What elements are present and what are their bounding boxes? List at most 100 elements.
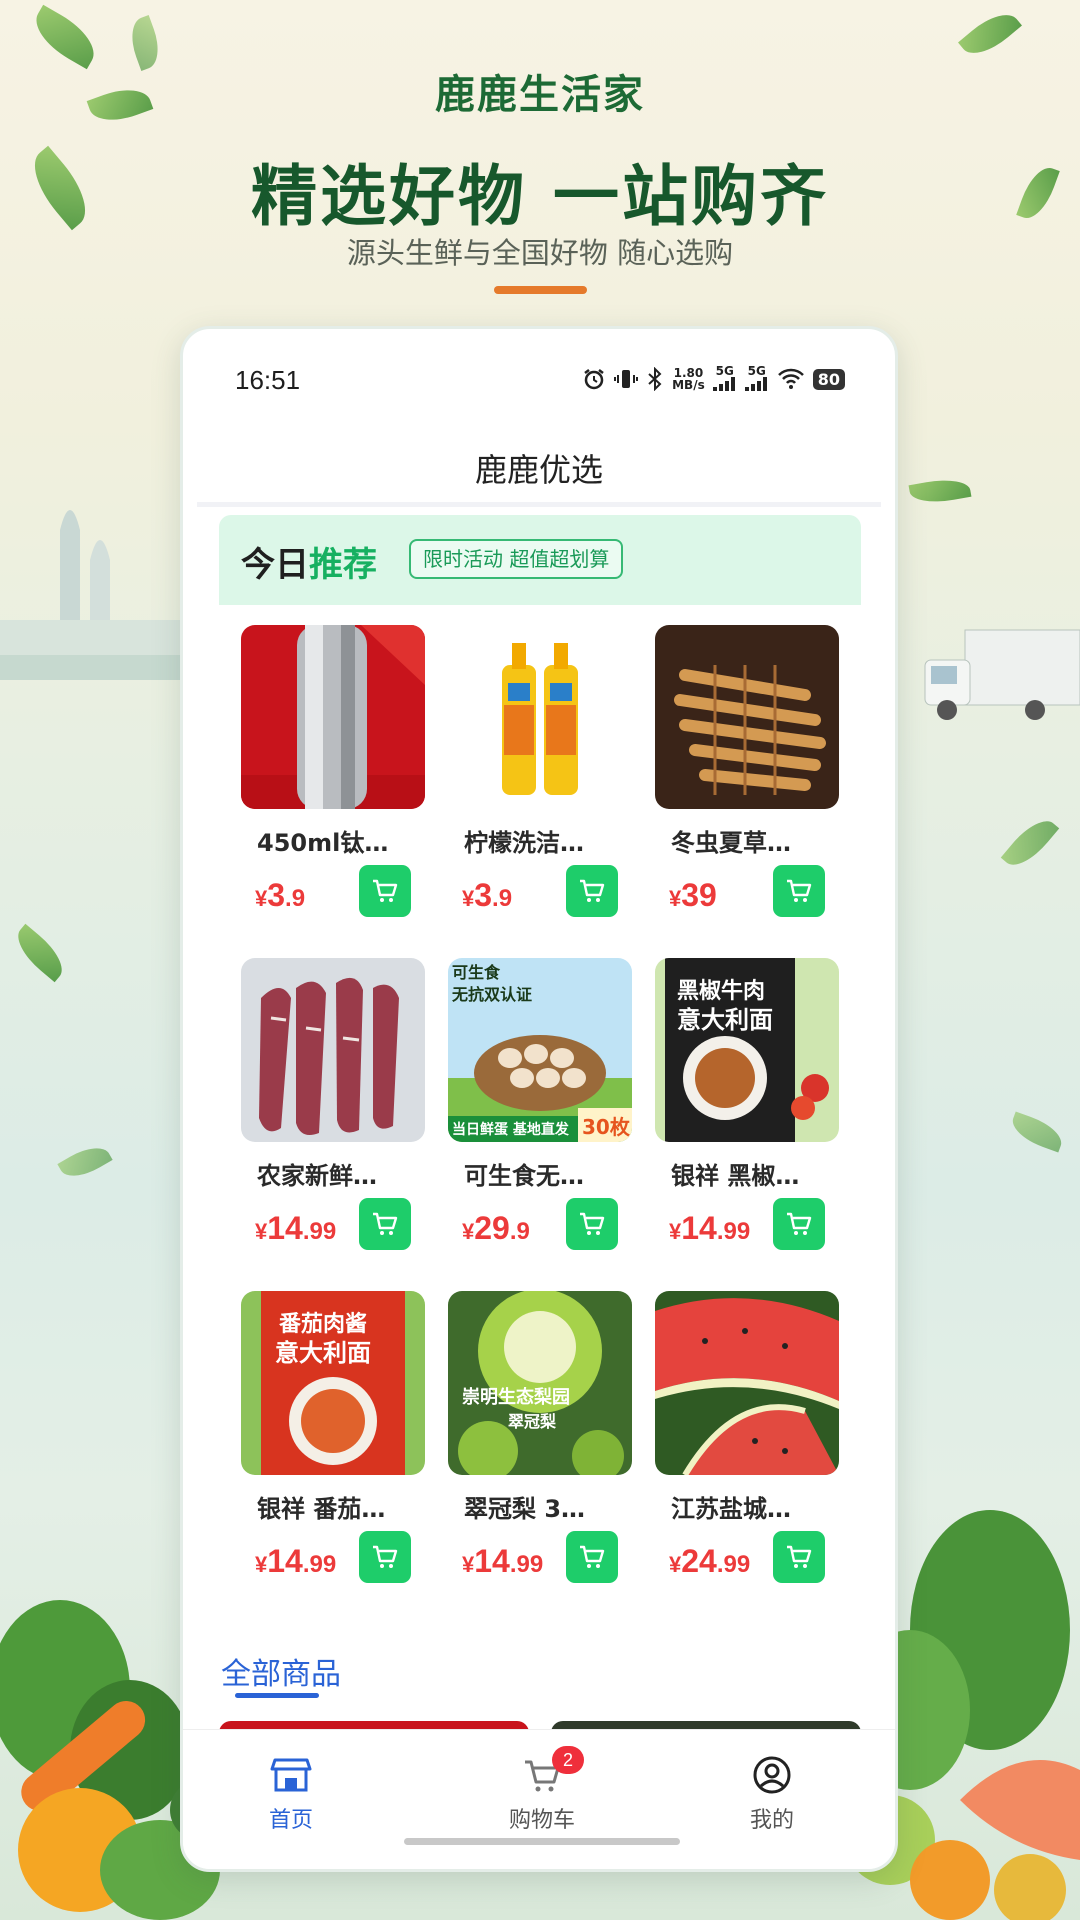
product-card[interactable]: 番茄肉酱 意大利面 银祥 番茄… ¥14.99 — [241, 1291, 425, 1611]
add-to-cart-button[interactable] — [773, 865, 825, 917]
cart-icon — [373, 1545, 398, 1568]
wifi-icon — [777, 368, 804, 389]
add-to-cart-button[interactable] — [773, 1198, 825, 1250]
product-name[interactable]: 柠檬洗洁… — [464, 823, 624, 858]
alarm-icon — [584, 369, 604, 390]
product-card[interactable]: 450ml钛… ¥3.9 — [241, 625, 425, 945]
cart-icon — [580, 1212, 605, 1235]
tp-title-line2: 意大利面 — [275, 1339, 371, 1367]
nav-divider — [197, 502, 881, 507]
product-name[interactable]: 银祥 黑椒… — [671, 1156, 831, 1191]
bluetooth-icon — [648, 367, 662, 391]
cart-icon — [787, 1545, 812, 1568]
product-name[interactable]: 江苏盐城… — [671, 1489, 831, 1524]
hero-subline: 源头生鲜与全国好物 随心选购 — [346, 236, 734, 270]
tab-home-label: 首页 — [268, 1808, 313, 1833]
today-recommend-banner: 今日推荐 限时活动 超值超划算 — [219, 515, 861, 605]
product-image-silver-thermos[interactable] — [241, 625, 425, 809]
product-image-green-pear[interactable]: 崇明生态梨园翠冠梨 — [448, 1291, 632, 1475]
product-card[interactable]: 柠檬洗洁… ¥3.9 — [448, 625, 632, 945]
status-time: 16:51 — [235, 365, 301, 395]
product-image-pork-ribs[interactable] — [241, 958, 425, 1142]
product-image-eggs[interactable]: 可生食无抗双认证当日鲜蛋 基地直发 30枚 — [448, 958, 632, 1142]
product-price: ¥14.99 — [255, 1543, 337, 1579]
status-bar: 16:51 1.80 MB/s 5G 5G 80 — [183, 329, 895, 421]
battery-icon: 80 — [812, 368, 845, 390]
pear-title-line1: 崇明生态梨园 — [462, 1386, 570, 1408]
product-price: ¥3.9 — [462, 877, 513, 913]
cart-icon — [580, 879, 605, 902]
user-icon — [753, 1756, 791, 1794]
eggs-bottom-text: 当日鲜蛋 基地直发 — [452, 1121, 570, 1138]
tab-cart[interactable]: 2 购物车 — [472, 1746, 612, 1834]
store-icon — [270, 1758, 312, 1792]
all-products-tab[interactable]: 全部商品 — [221, 1649, 341, 1693]
eggs-cert-text: 无抗双认证 — [451, 985, 532, 1004]
product-price: ¥29.9 — [462, 1210, 530, 1246]
product-card[interactable]: 可生食无抗双认证当日鲜蛋 基地直发 30枚 可生食无… ¥29.9 — [448, 958, 632, 1278]
product-image-watermelon[interactable] — [655, 1291, 839, 1475]
promo-tag: 限时活动 超值超划算 — [409, 539, 624, 579]
signal-2-icon: 5G — [744, 365, 769, 393]
page-title: 鹿鹿优选 — [474, 451, 603, 489]
tab-mine[interactable]: 我的 — [702, 1752, 842, 1834]
signal-1-icon: 5G — [712, 365, 737, 393]
tab-cart-label: 购物车 — [508, 1808, 575, 1833]
add-to-cart-button[interactable] — [359, 865, 411, 917]
product-price: ¥3.9 — [255, 877, 306, 913]
product-image-lemon-detergent[interactable] — [448, 625, 632, 809]
product-price: ¥14.99 — [669, 1210, 751, 1246]
product-card[interactable]: 冬虫夏草… ¥39 — [655, 625, 839, 945]
home-indicator — [404, 1838, 680, 1845]
pear-title-line2: 翠冠梨 — [508, 1412, 557, 1431]
add-to-cart-button[interactable] — [566, 1531, 618, 1583]
product-card[interactable]: 黑椒牛肉 意大利面 银祥 黑椒… ¥14.99 — [655, 958, 839, 1278]
banner-title-prefix: 今日 — [241, 545, 309, 585]
add-to-cart-button[interactable] — [773, 1531, 825, 1583]
cart-badge: 2 — [552, 1746, 584, 1774]
net-speed: 1.80 MB/s — [672, 366, 705, 392]
product-price: ¥39 — [669, 877, 717, 913]
eggs-banner-text: 可生食 — [452, 963, 501, 982]
product-price: ¥14.99 — [255, 1210, 337, 1246]
city-skyline-illustration — [0, 510, 190, 680]
product-name[interactable]: 可生食无… — [464, 1156, 624, 1191]
product-name[interactable]: 银祥 番茄… — [257, 1489, 417, 1524]
phone-screen: 16:51 1.80 MB/s 5G 5G 80 鹿鹿优选 今日推荐 限时活动 超… — [180, 326, 898, 1872]
brand-name: 鹿鹿生活家 — [435, 72, 645, 118]
vibrate-icon — [614, 370, 639, 388]
tab-home[interactable]: 首页 — [221, 1752, 361, 1834]
hero-headline: 精选好物 一站购齐 — [251, 158, 829, 235]
product-name[interactable]: 翠冠梨 3… — [464, 1489, 624, 1524]
tab-mine-label: 我的 — [749, 1808, 794, 1833]
add-to-cart-button[interactable] — [359, 1198, 411, 1250]
eggs-count-text: 30枚 — [582, 1115, 631, 1139]
add-to-cart-button[interactable] — [359, 1531, 411, 1583]
bp-title-line1: 黑椒牛肉 — [677, 978, 765, 1004]
cart-icon — [787, 1212, 812, 1235]
product-card[interactable]: 江苏盐城… ¥24.99 — [655, 1291, 839, 1611]
product-price: ¥14.99 — [462, 1543, 544, 1579]
product-name[interactable]: 450ml钛… — [257, 823, 417, 858]
product-image-black-pepper-pasta[interactable]: 黑椒牛肉 意大利面 — [655, 958, 839, 1142]
add-to-cart-button[interactable] — [566, 1198, 618, 1250]
bp-title-line2: 意大利面 — [677, 1006, 773, 1034]
cart-icon — [787, 879, 812, 902]
section-underline — [235, 1693, 319, 1698]
delivery-truck-illustration — [924, 629, 1080, 720]
banner-title-accent: 推荐 — [309, 545, 377, 585]
product-image-tomato-pasta[interactable]: 番茄肉酱 意大利面 — [241, 1291, 425, 1475]
cart-icon — [580, 1545, 605, 1568]
add-to-cart-button[interactable] — [566, 865, 618, 917]
tp-title-line1: 番茄肉酱 — [278, 1311, 367, 1337]
product-price: ¥24.99 — [669, 1543, 751, 1579]
status-icons: 1.80 MB/s 5G 5G 80 — [582, 365, 845, 393]
product-name[interactable]: 冬虫夏草… — [671, 823, 831, 858]
product-image-cordyceps[interactable] — [655, 625, 839, 809]
product-name[interactable]: 农家新鲜… — [257, 1156, 417, 1191]
bottom-tab-bar: 首页 2 购物车 我的 — [183, 1729, 895, 1869]
hero-divider — [494, 286, 587, 294]
product-card[interactable]: 崇明生态梨园翠冠梨 翠冠梨 3… ¥14.99 — [448, 1291, 632, 1611]
banner-title: 今日推荐 — [241, 537, 377, 586]
product-card[interactable]: 农家新鲜… ¥14.99 — [241, 958, 425, 1278]
